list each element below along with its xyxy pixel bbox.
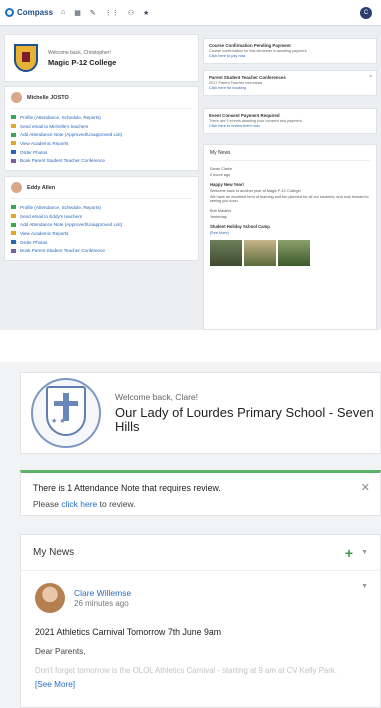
student-name: Michelle JOSTO — [27, 94, 69, 101]
school-crest-icon — [14, 44, 38, 72]
student-header: Eddy Allen — [11, 182, 192, 199]
notice-course-payment: Course Confirmation Pending Payment Cour… — [203, 38, 377, 64]
student-avatar — [11, 182, 22, 193]
email-icon — [11, 124, 16, 129]
calendar-icon[interactable]: ▦ — [74, 9, 81, 17]
news-header: My News + ▼ — [21, 535, 380, 571]
school-name: Magic P-12 College — [48, 57, 117, 67]
app-brand[interactable]: Compass — [5, 8, 53, 17]
news-time: 2 hours ago — [210, 173, 231, 177]
desktop-news-panel: My News Sarah Clarke 2 hours ago Happy N… — [203, 144, 377, 330]
mobile-screenshot: ★ ★ Welcome back, Clare! Our Lady of Lou… — [0, 362, 381, 708]
news-post-header: Clare Willemse 26 minutes ago ▼ — [21, 571, 380, 613]
news-title: My News — [33, 547, 75, 558]
news-photo[interactable] — [244, 240, 276, 266]
attendance-icon — [11, 222, 16, 227]
news-photo-strip — [210, 240, 370, 266]
student-link-conference[interactable]: Book Parent Student Teacher Conference — [11, 246, 192, 255]
student-link-photos[interactable]: Order Photos — [11, 148, 192, 157]
review-link[interactable]: click here — [61, 499, 97, 509]
compass-logo-icon — [5, 8, 14, 17]
post-title: 2021 Athletics Carnival Tomorrow 7th Jun… — [35, 627, 222, 637]
student-link-email[interactable]: Send email to Eddy's teachers — [11, 212, 192, 221]
notice-conferences: Parent Student Teacher Conferences 2017 … — [203, 70, 377, 96]
add-news-icon[interactable]: + — [345, 545, 353, 561]
student-link-conference[interactable]: Book Parent Student Teacher Conference — [11, 156, 192, 165]
school-name: Our Lady of Lourdes Primary School - Sev… — [115, 405, 374, 434]
notice-link[interactable]: Click here to pay now — [209, 54, 371, 58]
student-link-profile[interactable]: Profile (Attendance, Schedule, Reports) — [11, 113, 192, 122]
post-menu-chevron-icon[interactable]: ▼ — [361, 583, 368, 590]
notice-link[interactable]: Click here to review them now — [209, 124, 371, 128]
news-author[interactable]: Sarah Clarke — [210, 167, 370, 171]
news-post-title-2: Student Holiday School Camp — [210, 224, 270, 229]
pencil-icon[interactable]: ✎ — [90, 9, 96, 17]
post-author[interactable]: Clare Willemse — [74, 588, 131, 598]
reports-icon — [11, 141, 16, 146]
email-icon — [11, 214, 16, 219]
school-welcome-panel: Welcome back, Christopher! Magic P-12 Co… — [4, 34, 199, 82]
welcome-message: Welcome back, Christopher! — [48, 49, 111, 56]
conference-icon — [11, 158, 16, 163]
student-panel-1: Michelle JOSTO Profile (Attendance, Sche… — [4, 86, 199, 172]
student-link-email[interactable]: Send email to Michelle's teachers — [11, 122, 192, 131]
profile-icon — [11, 205, 16, 210]
school-crest-icon: ★ ★ — [27, 377, 107, 449]
see-more-link[interactable]: [See More] — [21, 680, 380, 689]
app-name: Compass — [17, 8, 54, 17]
top-navbar: Compass ⌂ ▦ ✎ ⋮⋮ ⚇ ★ C — [0, 0, 381, 26]
attendance-icon — [11, 132, 16, 137]
reports-icon — [11, 231, 16, 236]
attendance-alert-card: There is 1 Attendance Note that requires… — [20, 470, 381, 516]
student-link-attendance[interactable]: Add Attendance Note (Approved/Unapproved… — [11, 220, 192, 229]
attendance-alert-title: There is 1 Attendance Note that requires… — [33, 483, 221, 493]
student-name: Eddy Allen — [27, 184, 56, 191]
see-more-link[interactable]: [See More] — [210, 231, 370, 235]
grid-icon[interactable]: ⋮⋮ — [105, 9, 119, 17]
desktop-screenshot: Compass ⌂ ▦ ✎ ⋮⋮ ⚇ ★ C Welcome back, Chr… — [0, 0, 381, 330]
home-icon[interactable]: ⌂ — [61, 9, 65, 17]
news-photo[interactable] — [210, 240, 242, 266]
student-link-photos[interactable]: Order Photos — [11, 238, 192, 247]
student-link-reports[interactable]: View Academic Reports — [11, 139, 192, 148]
news-photo[interactable] — [278, 240, 310, 266]
attendance-alert-text: Please click here to review. — [33, 499, 136, 509]
welcome-message: Welcome back, Clare! — [115, 392, 198, 402]
profile-icon — [11, 115, 16, 120]
news-time-2: Yesterday — [210, 215, 227, 219]
student-link-attendance[interactable]: Add Attendance Note (Approved/Unapproved… — [11, 130, 192, 139]
star-icon[interactable]: ★ — [143, 9, 149, 17]
my-news-card: My News + ▼ Clare Willemse 26 minutes ag… — [20, 534, 381, 708]
nav-icon-group: ⌂ ▦ ✎ ⋮⋮ ⚇ ★ — [61, 9, 158, 17]
conference-icon — [11, 248, 16, 253]
student-header: Michelle JOSTO — [11, 92, 192, 109]
student-panel-2: Eddy Allen Profile (Attendance, Schedule… — [4, 176, 199, 262]
news-body: We have an excellent term of learning an… — [210, 195, 369, 203]
post-time: 26 minutes ago — [74, 599, 129, 608]
notice-link[interactable]: Click here for booking — [209, 86, 371, 90]
student-link-reports[interactable]: View Academic Reports — [11, 229, 192, 238]
people-icon[interactable]: ⚇ — [128, 9, 134, 17]
post-greeting: Dear Parents, — [35, 647, 86, 656]
news-greeting: Welcome back to another year at Magic P-… — [210, 189, 301, 193]
news-post-title: Happy New Year! — [210, 182, 244, 187]
author-avatar — [35, 583, 65, 613]
student-link-profile[interactable]: Profile (Attendance, Schedule, Reports) — [11, 203, 192, 212]
user-avatar[interactable]: C — [360, 6, 372, 19]
photo-icon — [11, 240, 16, 245]
photo-icon — [11, 150, 16, 155]
student-avatar — [11, 92, 22, 103]
post-body: Don't forget tomorrow is the OLOL Athlet… — [35, 666, 337, 675]
welcome-card: ★ ★ Welcome back, Clare! Our Lady of Lou… — [20, 372, 381, 454]
notice-event-consent: Event Consent Payment Required There are… — [203, 108, 377, 134]
chevron-down-icon[interactable]: ▼ — [361, 549, 368, 556]
news-title: My News — [210, 150, 370, 161]
close-icon[interactable]: ✕ — [361, 481, 370, 494]
close-icon[interactable]: × — [369, 74, 372, 80]
news-author-2[interactable]: Bob Masters — [210, 209, 370, 213]
